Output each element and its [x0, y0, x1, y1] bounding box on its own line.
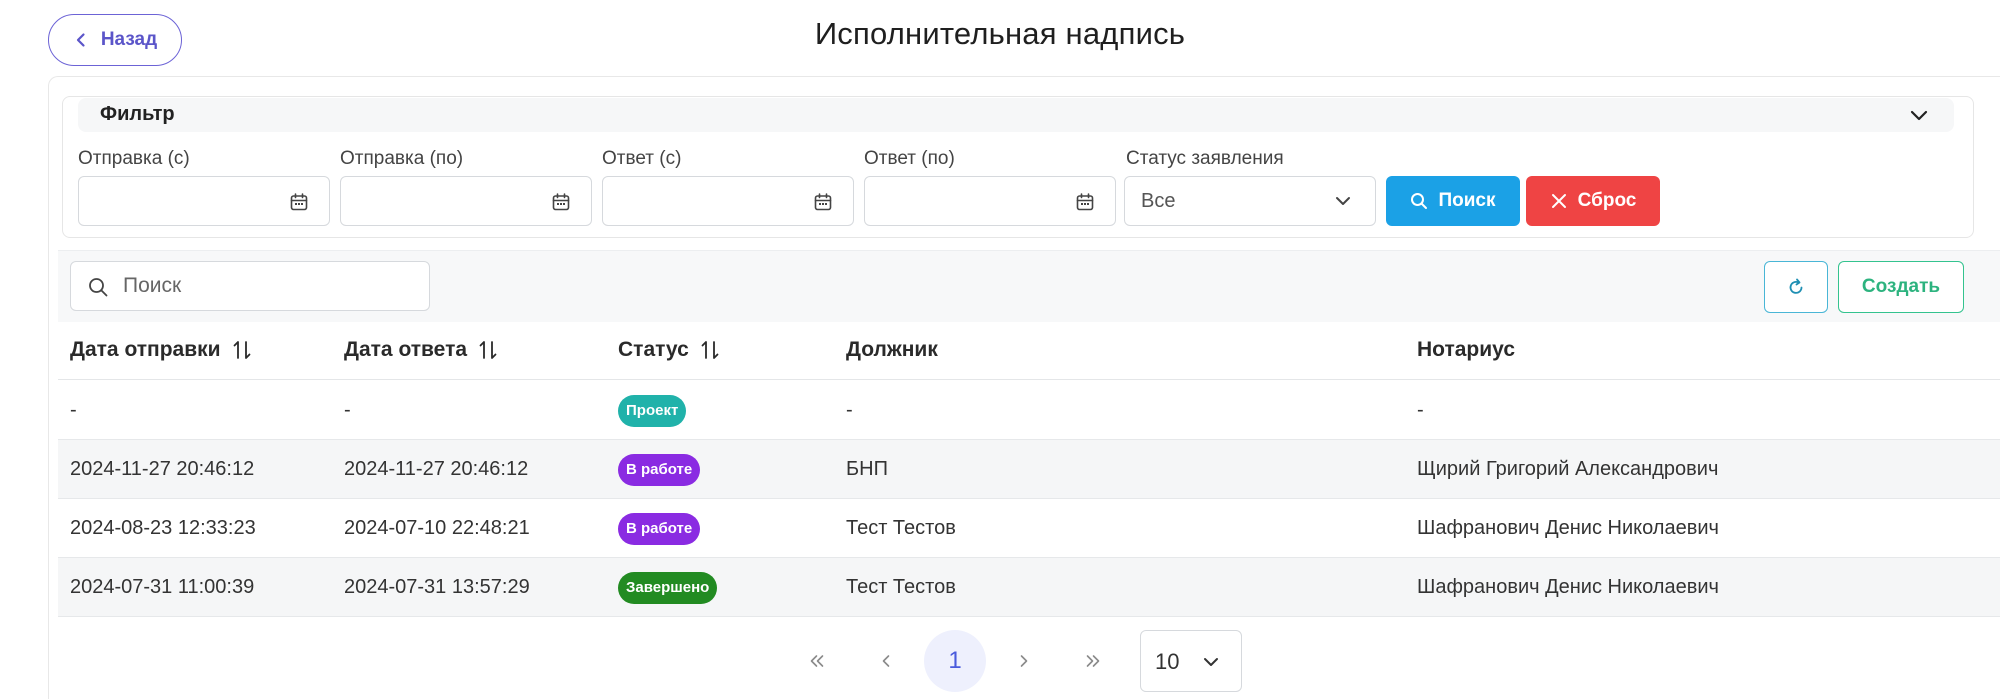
calendar-icon[interactable] [289, 192, 309, 212]
table-search[interactable] [70, 261, 430, 311]
calendar-icon[interactable] [551, 192, 571, 212]
prev-page-button[interactable] [855, 630, 917, 692]
column-header-sent-date[interactable]: Дата отправки [70, 338, 253, 362]
answer-to-date-input[interactable] [864, 176, 1116, 226]
first-page-button[interactable] [786, 630, 848, 692]
search-button-label: Поиск [1438, 190, 1496, 211]
column-header-label: Нотариус [1417, 338, 1516, 361]
sent-to-label: Отправка (по) [340, 148, 464, 169]
debtor-cell: - [846, 399, 853, 421]
page-title: Исполнительная надпись [814, 16, 1186, 51]
status-badge: Завершено [618, 572, 718, 604]
filter-header[interactable] [78, 98, 1954, 132]
sent-date-cell: 2024-11-27 20:46:12 [70, 458, 255, 480]
chevron-left-icon [882, 655, 890, 667]
calendar-icon[interactable] [1075, 192, 1095, 212]
answer-from-date-input[interactable] [602, 176, 854, 226]
calendar-icon[interactable] [813, 192, 833, 212]
table-row[interactable]: - - Проект - - [58, 381, 2000, 440]
reset-button-label: Сброс [1577, 190, 1637, 211]
answer-date-cell: - [344, 399, 351, 421]
table-search-input[interactable] [123, 270, 413, 302]
refresh-button[interactable] [1764, 261, 1828, 313]
sent-to-date-input[interactable] [340, 176, 592, 226]
status-filter-label: Статус заявления [1126, 148, 1284, 169]
last-page-button[interactable] [1062, 630, 1124, 692]
status-badge: Проект [618, 395, 687, 427]
column-header-status[interactable]: Статус [618, 338, 721, 362]
table-row[interactable]: 2024-08-23 12:33:23 2024-07-10 22:48:21 … [58, 499, 2000, 558]
chevron-down-icon [1204, 658, 1218, 666]
chevrons-right-icon [1086, 655, 1100, 667]
filter-title: Фильтр [100, 103, 175, 125]
answer-date-cell: 2024-11-27 20:46:12 [344, 458, 529, 480]
status-select[interactable]: Все [1124, 176, 1376, 226]
search-button[interactable]: Поиск [1386, 176, 1520, 226]
notary-cell: Щирий Григорий Александрович [1417, 458, 1719, 480]
reset-button[interactable]: Сброс [1526, 176, 1660, 226]
close-icon [1551, 194, 1566, 208]
chevron-down-icon[interactable] [1908, 104, 1930, 126]
search-icon [89, 278, 108, 297]
page-size-value: 10 [1155, 649, 1180, 674]
sort-icon[interactable] [699, 339, 721, 361]
column-header-label: Должник [846, 338, 938, 361]
column-header-label: Дата отправки [70, 338, 221, 361]
create-button[interactable]: Создать [1838, 261, 1964, 313]
notary-cell: - [1417, 399, 1424, 421]
sent-from-label: Отправка (с) [78, 148, 190, 169]
notary-cell: Шафранович Денис Николаевич [1417, 576, 1719, 598]
debtor-cell: БНП [846, 458, 888, 480]
debtor-cell: Тест Тестов [846, 576, 956, 598]
column-header-notary: Нотариус [1417, 338, 1515, 362]
answer-to-label: Ответ (по) [864, 148, 955, 169]
column-header-label: Дата ответа [344, 338, 468, 361]
status-select-value: Все [1141, 190, 1176, 212]
status-badge: В работе [618, 513, 701, 545]
sent-date-cell: - [70, 399, 77, 421]
status-badge: В работе [618, 454, 701, 486]
notary-cell: Шафранович Денис Николаевич [1417, 517, 1719, 539]
chevron-right-icon [1020, 655, 1028, 667]
answer-date-cell: 2024-07-31 13:57:29 [344, 576, 530, 598]
next-page-button[interactable] [993, 630, 1055, 692]
sent-date-cell: 2024-08-23 12:33:23 [70, 517, 256, 539]
refresh-icon [1789, 278, 1803, 294]
search-icon [1411, 193, 1428, 209]
page-size-select[interactable]: 10 [1140, 630, 1242, 692]
sent-from-date-input[interactable] [78, 176, 330, 226]
chevrons-left-icon [810, 655, 824, 667]
chevron-down-icon [1336, 197, 1350, 205]
answer-date-cell: 2024-07-10 22:48:21 [344, 517, 530, 539]
answer-from-label: Ответ (с) [602, 148, 682, 169]
column-header-debtor: Должник [846, 338, 938, 362]
table-row[interactable]: 2024-11-27 20:46:12 2024-11-27 20:46:12 … [58, 440, 2000, 499]
sort-icon[interactable] [477, 339, 499, 361]
debtor-cell: Тест Тестов [846, 517, 956, 539]
sort-icon[interactable] [231, 339, 253, 361]
page-button-current[interactable]: 1 [924, 630, 986, 692]
column-header-label: Статус [618, 338, 689, 361]
column-header-answer-date[interactable]: Дата ответа [344, 338, 499, 362]
sent-date-cell: 2024-07-31 11:00:39 [70, 576, 255, 598]
table-row[interactable]: 2024-07-31 11:00:39 2024-07-31 13:57:29 … [58, 558, 2000, 617]
